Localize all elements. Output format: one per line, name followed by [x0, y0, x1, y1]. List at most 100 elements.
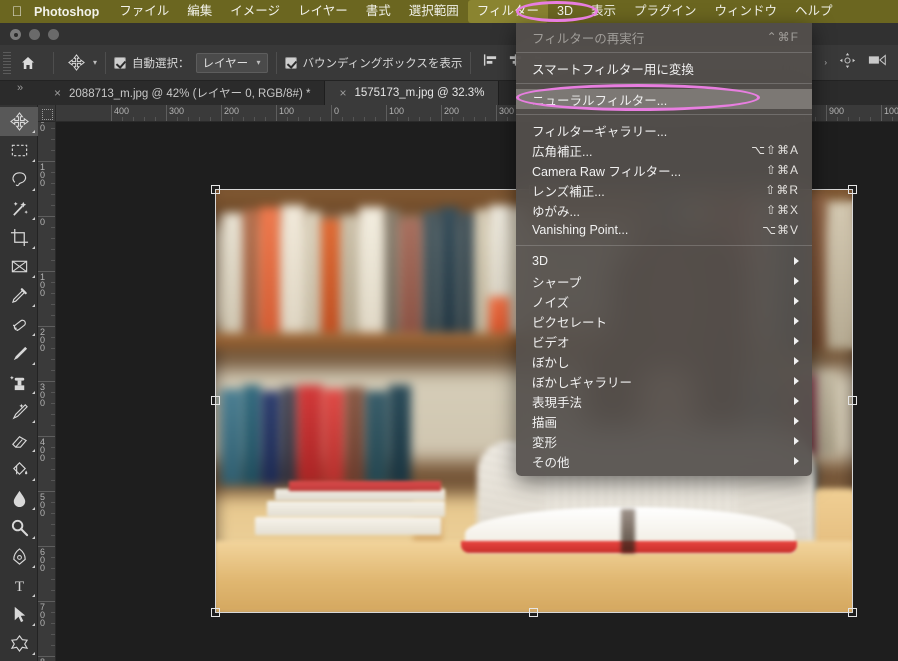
- close-button[interactable]: [10, 29, 21, 40]
- ruler-minor-tick: [51, 645, 55, 646]
- menu-item-4-7[interactable]: 表現手法: [516, 391, 812, 411]
- menu-item-label: 表現手法: [532, 395, 583, 410]
- tool-group-triangle-icon: [32, 478, 35, 481]
- 3d-move-icon[interactable]: [839, 52, 856, 74]
- menubar-item-3[interactable]: レイヤー: [289, 0, 357, 23]
- ruler-minor-tick: [51, 128, 55, 129]
- menu-item-3-1[interactable]: 広角補正... ⌥⇧⌘A: [516, 140, 812, 160]
- path-selection-tool[interactable]: [0, 600, 38, 629]
- frame-tool[interactable]: [0, 252, 38, 281]
- gradient-tool[interactable]: [0, 455, 38, 484]
- crop-tool[interactable]: [0, 223, 38, 252]
- ruler-minor-tick: [342, 117, 343, 121]
- apple-icon[interactable]: : [0, 4, 34, 20]
- align-left-icon[interactable]: [483, 53, 498, 72]
- ruler-minor-tick: [51, 458, 55, 459]
- menubar-item-0[interactable]: ファイル: [110, 0, 178, 23]
- menubar-item-1[interactable]: 編集: [178, 0, 221, 23]
- menu-item-4-5[interactable]: ぼかし: [516, 351, 812, 371]
- menubar-item-4[interactable]: 書式: [357, 0, 400, 23]
- submenu-arrow-icon: [794, 457, 799, 465]
- show-bounding-box-checkbox[interactable]: バウンディングボックスを表示: [284, 55, 462, 71]
- menubar-item-8[interactable]: 表示: [582, 0, 625, 23]
- blur-tool[interactable]: [0, 484, 38, 513]
- chevron-down-icon[interactable]: ▾: [93, 58, 97, 67]
- menubar-item-6[interactable]: フィルター: [467, 0, 548, 23]
- ruler-minor-tick: [232, 117, 233, 121]
- document-tab-label: 1575173_m.jpg @ 32.3%: [354, 87, 485, 99]
- auto-select-checkbox[interactable]: 自動選択：: [114, 55, 190, 71]
- maximize-button[interactable]: [48, 29, 59, 40]
- minimize-button[interactable]: [29, 29, 40, 40]
- ruler-label: 4 0 0: [40, 437, 46, 463]
- eyedropper-tool[interactable]: [0, 281, 38, 310]
- menubar-item-5[interactable]: 選択範囲: [400, 0, 468, 23]
- document-tab-1[interactable]: × 1575173_m.jpg @ 32.3%: [325, 81, 500, 105]
- checkbox-box[interactable]: [284, 56, 297, 69]
- ruler-minor-tick: [51, 502, 55, 503]
- menu-item-label: Vanishing Point...: [532, 223, 629, 237]
- shape-tool[interactable]: [0, 629, 38, 658]
- layer-select-dropdown[interactable]: レイヤー ▾: [195, 52, 268, 73]
- menubar-item-2[interactable]: イメージ: [221, 0, 289, 23]
- close-icon[interactable]: ×: [339, 86, 346, 100]
- menu-item-4-2[interactable]: ノイズ: [516, 291, 812, 311]
- brush-icon: [13, 346, 27, 361]
- menu-item-4-10[interactable]: その他: [516, 451, 812, 471]
- menubar-item-11[interactable]: ヘルプ: [786, 0, 842, 23]
- home-icon[interactable]: [11, 55, 45, 71]
- 3d-camera-icon[interactable]: [868, 53, 888, 72]
- pen-tool[interactable]: [0, 542, 38, 571]
- type-tool[interactable]: T: [0, 571, 38, 600]
- menubar-item-9[interactable]: プラグイン: [625, 0, 706, 23]
- menu-item-4-0[interactable]: 3D: [516, 251, 812, 271]
- options-bar-grip[interactable]: [3, 51, 11, 74]
- menu-item-4-9[interactable]: 変形: [516, 431, 812, 451]
- history-brush-tool[interactable]: [0, 397, 38, 426]
- brush-tool[interactable]: [0, 339, 38, 368]
- submenu-arrow-icon: [794, 337, 799, 345]
- clone-stamp-tool[interactable]: [0, 368, 38, 397]
- menu-item-3-0[interactable]: フィルターギャラリー...: [516, 120, 812, 140]
- menu-item-3-2[interactable]: Camera Raw フィルター... ⇧⌘A: [516, 160, 812, 180]
- menubar-item-10[interactable]: ウィンドウ: [706, 0, 787, 23]
- filter-dropdown-menu[interactable]: フィルターの再実行 ⌃⌘F スマートフィルター用に変換 ニューラルフィルター... フィ…: [516, 23, 812, 476]
- menu-item-1-0[interactable]: スマートフィルター用に変換: [516, 58, 812, 78]
- menu-item-3-4[interactable]: ゆがみ... ⇧⌘X: [516, 200, 812, 220]
- ruler-minor-tick: [51, 579, 55, 580]
- menu-item-shortcut: ⇧⌘X: [765, 203, 799, 217]
- lasso-tool[interactable]: [0, 165, 38, 194]
- menu-item-4-1[interactable]: シャープ: [516, 271, 812, 291]
- close-icon[interactable]: ×: [54, 86, 61, 100]
- menu-item-3-5[interactable]: Vanishing Point... ⌥⌘V: [516, 220, 812, 240]
- menu-item-label: 3D: [532, 254, 548, 268]
- menubar-item-7[interactable]: 3D: [548, 0, 582, 23]
- ruler-label: 300: [499, 106, 515, 116]
- menu-item-4-3[interactable]: ピクセレート: [516, 311, 812, 331]
- menu-item-3-3[interactable]: レンズ補正... ⇧⌘R: [516, 180, 812, 200]
- eyedropper-icon: [11, 288, 27, 304]
- move-tool-icon[interactable]: [62, 54, 90, 71]
- chevron-right-icon[interactable]: ›: [824, 58, 827, 67]
- healing-brush-tool[interactable]: [0, 310, 38, 339]
- menu-separator: [516, 245, 812, 246]
- magic-wand-icon: [12, 201, 28, 216]
- menu-item-4-4[interactable]: ビデオ: [516, 331, 812, 351]
- ruler-label: 7 0 0: [40, 602, 46, 628]
- tab-overflow-icon[interactable]: »: [0, 81, 40, 105]
- checkbox-box[interactable]: [114, 56, 127, 69]
- ruler-corner[interactable]: [38, 105, 56, 122]
- magic-wand-tool[interactable]: [0, 194, 38, 223]
- eraser-tool[interactable]: [0, 426, 38, 455]
- ruler-minor-tick: [51, 139, 55, 140]
- menu-item-label: ビデオ: [532, 335, 570, 350]
- menu-item-4-6[interactable]: ぼかしギャラリー: [516, 371, 812, 391]
- menu-item-2-0[interactable]: ニューラルフィルター...: [516, 89, 812, 109]
- dodge-tool[interactable]: [0, 513, 38, 542]
- marquee-tool[interactable]: [0, 136, 38, 165]
- move-tool[interactable]: [0, 107, 38, 136]
- vertical-ruler[interactable]: 2 0 0 1 0 0 0 1 0 0 2 0 0 3 0 0 4 0 0 5 0 0 6 0 …: [38, 122, 56, 661]
- menu-item-4-8[interactable]: 描画: [516, 411, 812, 431]
- document-tab-0[interactable]: × 2088713_m.jpg @ 42% (レイヤー 0, RGB/8#) *: [40, 81, 326, 105]
- ruler-minor-tick: [51, 634, 55, 635]
